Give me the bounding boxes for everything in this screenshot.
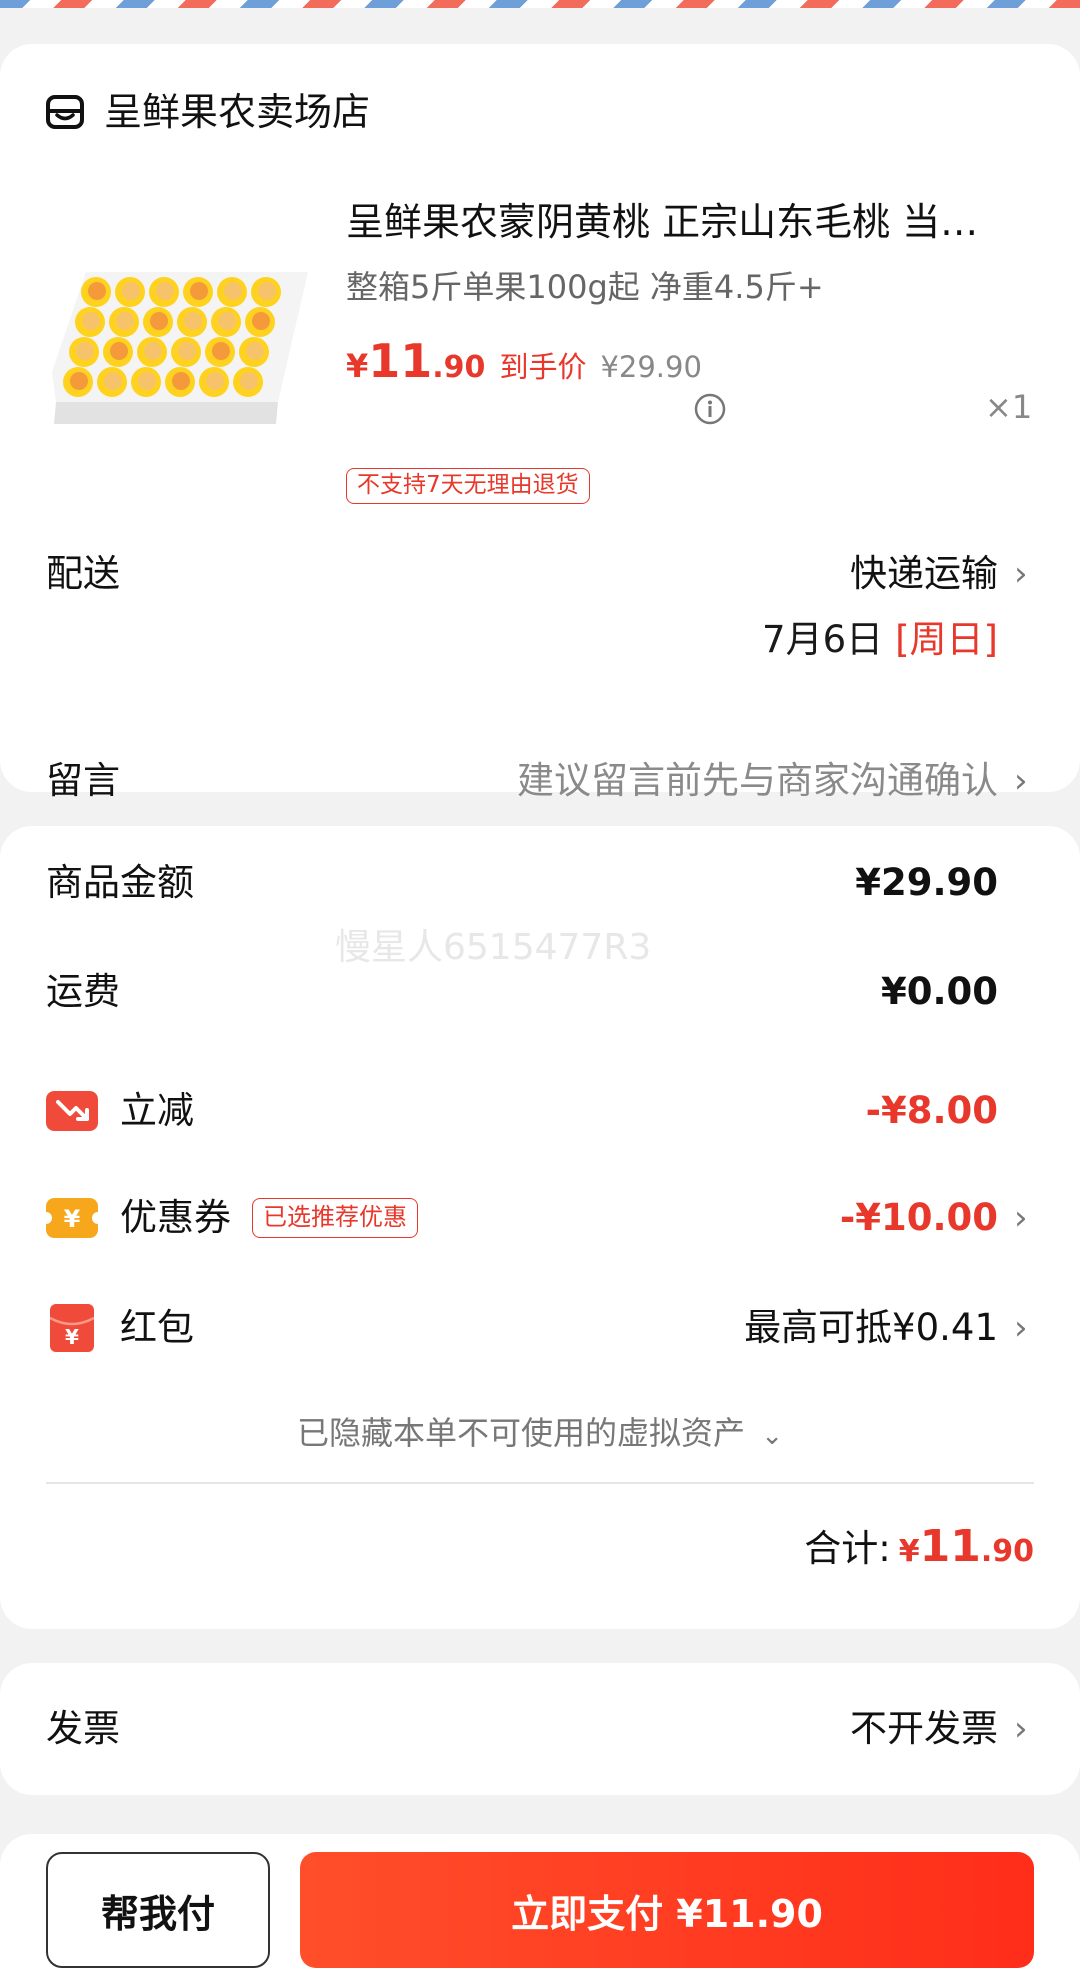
chevron-down-icon: ⌄	[761, 1421, 783, 1451]
pay-now-button[interactable]: 立即支付 ¥11.90	[300, 1852, 1034, 1968]
svg-text:¥: ¥	[65, 1325, 79, 1349]
product-spec[interactable]: 整箱5斤单果100g起 净重4.5斤+	[346, 262, 824, 312]
bottom-action-bar: 帮我付 立即支付 ¥11.90	[0, 1834, 1080, 1981]
total-row: 合计: ¥ 11 .90	[804, 1518, 1034, 1572]
message-label: 留言	[46, 759, 120, 802]
chevron-right-icon[interactable]: ›	[1014, 1301, 1028, 1355]
friend-pay-button[interactable]: 帮我付	[46, 1852, 270, 1968]
delivery-date: 7月6日 [周日]	[762, 613, 998, 667]
chevron-right-icon[interactable]: ›	[1014, 1191, 1028, 1245]
instant-discount-label: 立减	[120, 1089, 194, 1132]
price-decimal: .90	[432, 350, 486, 385]
coupon-selected-badge: 已选推荐优惠	[252, 1198, 418, 1238]
total-currency: ¥	[898, 1534, 920, 1569]
product-title[interactable]: 呈鲜果农蒙阴黄桃 正宗山东毛桃 当季新鲜水果	[346, 194, 1016, 250]
info-icon[interactable]	[693, 392, 727, 426]
coupon-yen-icon: ¥	[46, 1198, 98, 1238]
price-currency: ¥	[346, 347, 369, 385]
total-decimal: .90	[980, 1534, 1034, 1569]
original-price: ¥29.90	[600, 350, 702, 384]
hidden-assets-toggle[interactable]: 已隐藏本单不可使用的虚拟资产 ⌄	[0, 1406, 1080, 1463]
instant-discount-value: -¥8.00	[865, 1089, 998, 1132]
divider	[46, 1482, 1034, 1484]
total-label: 合计:	[804, 1527, 891, 1570]
invoice-label: 发票	[46, 1707, 120, 1750]
price-summary-card: 慢星人6515477R3 商品金额 ¥29.90 运费 ¥0.00 立减 -¥8…	[0, 826, 1080, 1629]
red-packet-icon: ¥	[50, 1304, 94, 1352]
airmail-border	[0, 0, 1080, 8]
delivery-weekday: [周日]	[895, 618, 998, 661]
total-integer: 11	[919, 1521, 981, 1572]
message-input[interactable]: 建议留言前先与商家沟通确认	[517, 754, 998, 808]
watermark: 慢星人6515477R3	[335, 927, 652, 968]
delivery-method[interactable]: 快递运输	[850, 547, 998, 601]
chevron-right-icon[interactable]: ›	[1014, 754, 1028, 808]
goods-amount-label: 商品金额	[46, 861, 194, 904]
return-policy-badge: 不支持7天无理由退货	[346, 468, 590, 504]
shop-icon	[46, 95, 84, 129]
final-price-tag: 到手价	[499, 350, 587, 384]
shipping-label: 运费	[46, 970, 120, 1013]
shipping-value: ¥0.00	[880, 970, 998, 1013]
price-integer: 11	[368, 334, 433, 388]
invoice-card[interactable]: 发票 不开发票 ›	[0, 1663, 1080, 1795]
quantity: ×1	[985, 388, 1033, 426]
red-packet-value[interactable]: 最高可抵¥0.41	[744, 1301, 998, 1355]
invoice-value[interactable]: 不开发票	[850, 1702, 998, 1756]
discount-arrow-icon	[46, 1091, 98, 1131]
delivery-date-text: 7月6日	[762, 618, 884, 661]
product-thumbnail[interactable]	[46, 252, 312, 450]
coupon-label: 优惠券	[120, 1196, 231, 1239]
order-card: 呈鲜果农卖场店 呈鲜果农蒙阴黄桃 正宗山东毛桃 当季新鲜水果 整箱5斤单果100…	[0, 44, 1080, 802]
delivery-label: 配送	[46, 552, 120, 595]
red-packet-label: 红包	[120, 1306, 194, 1349]
chevron-right-icon[interactable]: ›	[1014, 1702, 1028, 1756]
hidden-assets-text: 已隐藏本单不可使用的虚拟资产	[297, 1414, 746, 1452]
goods-amount-value: ¥29.90	[855, 861, 998, 904]
shop-name[interactable]: 呈鲜果农卖场店	[104, 84, 370, 140]
svg-text:¥: ¥	[64, 1205, 81, 1233]
coupon-value[interactable]: -¥10.00	[840, 1191, 998, 1245]
price-row: ¥ 11 .90 到手价 ¥29.90	[346, 334, 702, 398]
chevron-right-icon[interactable]: ›	[1014, 547, 1028, 601]
